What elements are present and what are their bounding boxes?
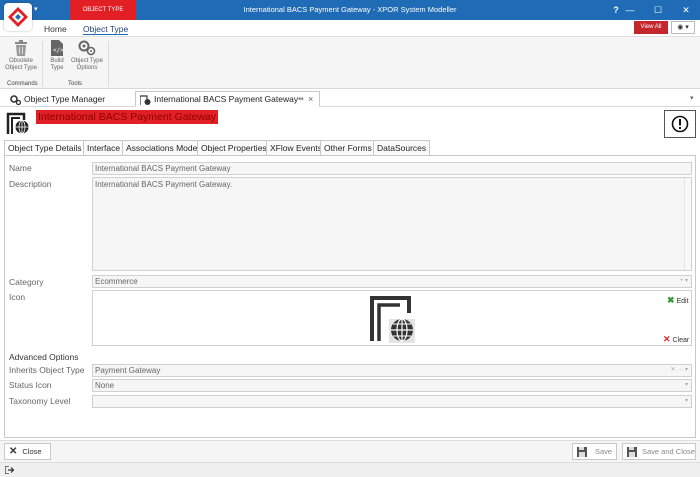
view-all-button[interactable]: View All <box>634 21 668 34</box>
close-x-icon: ✕ <box>9 446 18 457</box>
category-label: Category <box>9 277 44 287</box>
status-icon-value: None <box>95 381 115 390</box>
obsolete-object-type-button[interactable]: Obsolete Object Type <box>3 40 39 72</box>
window-title: International BACS Payment Gateway - XPO… <box>243 5 457 14</box>
tab-interface[interactable]: Interface <box>83 140 125 155</box>
advanced-options-heading: Advanced Options <box>9 352 79 362</box>
tab-associations-model[interactable]: Associations Model <box>122 140 204 155</box>
build-file-icon: </> <box>51 40 63 56</box>
build-type-button[interactable]: </> Build Type <box>47 40 67 72</box>
ribbon-tab-home[interactable]: Home <box>44 24 67 34</box>
ribbon: Obsolete Object Type </> Build Type Obje… <box>0 36 700 89</box>
description-label: Description <box>9 179 52 189</box>
clear-icon-button[interactable]: ✕ Clear <box>663 334 689 345</box>
clear-icon-label: Clear <box>672 337 690 344</box>
icon-preview-box: ✖ Edit ✕ Clear <box>92 290 692 346</box>
build-type-label-line1: Build <box>50 58 64 64</box>
description-field[interactable]: International BACS Payment Gateway. <box>92 177 692 271</box>
category-value: Ecommerce <box>95 277 138 286</box>
excel-edit-icon: ✖ <box>667 295 675 305</box>
name-field[interactable]: International BACS Payment Gateway <box>92 162 692 175</box>
taxonomy-level-dropdown-icon[interactable]: ▾ <box>685 396 688 407</box>
status-icon-select[interactable]: None ▾ <box>92 379 692 392</box>
doc-tab-object-type-manager[interactable]: Object Type Manager <box>10 92 105 108</box>
status-icon-label: Status Icon <box>9 380 52 390</box>
tab-datasources[interactable]: DataSources <box>373 140 431 155</box>
sign-out-icon[interactable] <box>5 466 14 474</box>
minimize-button[interactable]: — <box>616 0 644 20</box>
status-icon-dropdown-icon[interactable]: ▾ <box>685 380 688 391</box>
tab-other-forms[interactable]: Other Forms <box>320 140 376 155</box>
exclamation-circle-icon <box>671 115 689 133</box>
close-button-label: Close <box>22 447 42 456</box>
save-button[interactable]: Save <box>572 443 617 460</box>
edit-icon-label: Edit <box>676 298 689 305</box>
inherits-object-type-select[interactable]: Payment Gateway ✕ ··· ▾ <box>92 364 692 377</box>
name-label: Name <box>9 163 32 173</box>
clear-x-icon: ✕ <box>663 334 671 344</box>
close-window-button[interactable]: ✕ <box>672 0 700 20</box>
ribbon-tab-object-type[interactable]: Object Type <box>83 24 129 35</box>
pin-tab-icon[interactable]: ⇹ <box>298 95 304 103</box>
view-options-dropdown[interactable]: ◉ ▾ <box>671 21 695 34</box>
doc-tab-label: Object Type Manager <box>24 94 106 104</box>
options-label-line1: Object Type <box>71 58 103 64</box>
options-label-line2: Options <box>76 65 98 71</box>
save-and-close-label: Save and Close <box>642 447 695 456</box>
tab-overflow-icon[interactable]: ▾ <box>690 94 694 102</box>
tab-object-properties[interactable]: Object Properties <box>197 140 271 155</box>
ribbon-group-label-commands: Commands <box>7 81 38 87</box>
obsolete-label-line2: Object Type <box>5 65 37 71</box>
tab-xflow-events[interactable]: XFlow Events <box>266 140 326 155</box>
ribbon-group-separator <box>42 41 43 87</box>
floppy-disk-icon <box>627 447 637 458</box>
doc-tab-international-bacs[interactable]: International BACS Payment Gateway <box>135 91 320 107</box>
doc-tab-label: International BACS Payment Gateway <box>154 94 299 104</box>
status-bar <box>0 462 700 477</box>
inherits-object-type-label: Inherits Object Type <box>9 365 85 375</box>
ribbon-group-label-tools: Tools <box>68 81 83 87</box>
maximize-button[interactable]: ☐ <box>644 0 672 20</box>
taxonomy-level-select[interactable]: ▾ <box>92 395 692 408</box>
taxonomy-level-label: Taxonomy Level <box>9 396 71 406</box>
save-button-label: Save <box>595 447 613 456</box>
xpor-logo-icon <box>8 7 28 27</box>
icon-label: Icon <box>9 292 26 302</box>
gears-icon <box>78 40 96 56</box>
gears-icon <box>10 94 21 105</box>
category-select[interactable]: Ecommerce + ▾ <box>92 275 692 288</box>
description-scrollbar[interactable] <box>684 178 691 270</box>
category-add-dropdown-icon[interactable]: + ▾ <box>680 276 688 287</box>
object-type-icon <box>140 95 151 105</box>
edit-icon-button[interactable]: ✖ Edit <box>667 295 689 306</box>
object-type-icon <box>6 112 29 134</box>
alert-button[interactable] <box>664 110 696 138</box>
description-text: International BACS Payment Gateway. <box>95 180 233 189</box>
ribbon-group-separator <box>108 41 109 87</box>
tab-object-type-details[interactable]: Object Type Details <box>4 140 86 156</box>
object-type-title: International BACS Payment Gateway <box>36 110 219 124</box>
floppy-disk-icon <box>577 447 587 458</box>
save-and-close-button[interactable]: Save and Close <box>622 443 696 460</box>
build-type-label-line2: Type <box>50 65 64 71</box>
inherits-clear-browse-dropdown-icon[interactable]: ✕ ··· ▾ <box>671 365 688 376</box>
object-type-options-button[interactable]: Object Type Options <box>68 40 106 72</box>
svg-text:</>: </> <box>53 47 63 54</box>
obsolete-label-line1: Obsolete <box>8 58 33 64</box>
object-type-icon <box>370 296 415 343</box>
close-tab-icon[interactable]: × <box>308 94 313 104</box>
inherits-value: Payment Gateway <box>95 366 161 375</box>
close-button[interactable]: ✕ Close <box>4 443 51 460</box>
app-logo[interactable] <box>4 3 32 31</box>
trash-icon <box>15 40 27 56</box>
